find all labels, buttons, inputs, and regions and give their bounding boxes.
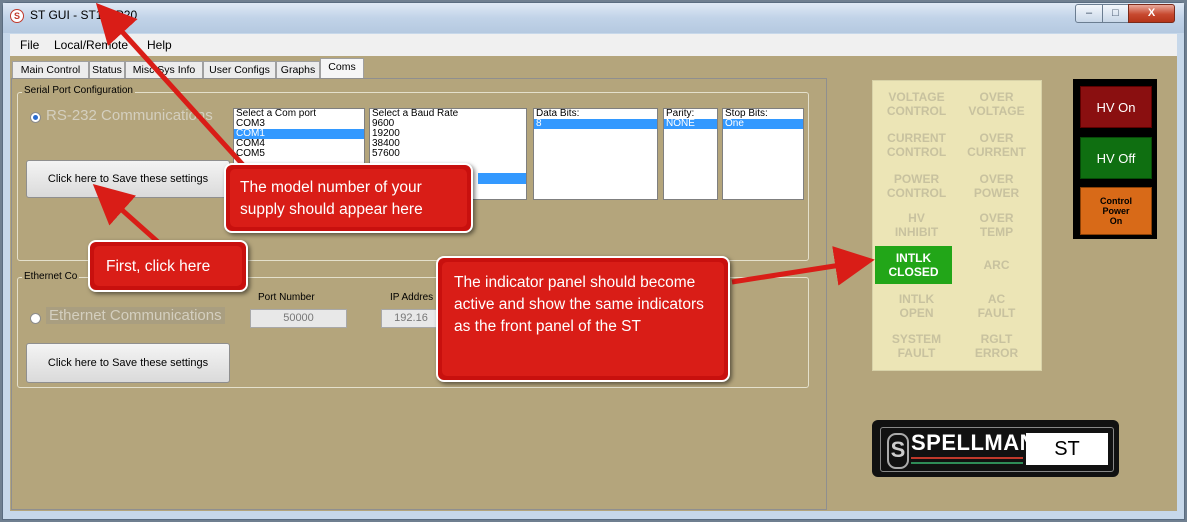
- callout-model-number: The model number of your supply should a…: [224, 163, 473, 233]
- callout-first-text: First, click here: [106, 258, 211, 275]
- callout-model-text: The model number of your supply should a…: [240, 179, 423, 218]
- arrow-to-indicator: [731, 246, 875, 286]
- arrow-to-save: [92, 184, 160, 244]
- callout-first-click: First, click here: [88, 240, 248, 292]
- callout-indicator-panel: The indicator panel should become active…: [436, 256, 730, 382]
- callout-indicator-text: The indicator panel should become active…: [454, 274, 704, 335]
- arrow-to-title: [95, 2, 246, 168]
